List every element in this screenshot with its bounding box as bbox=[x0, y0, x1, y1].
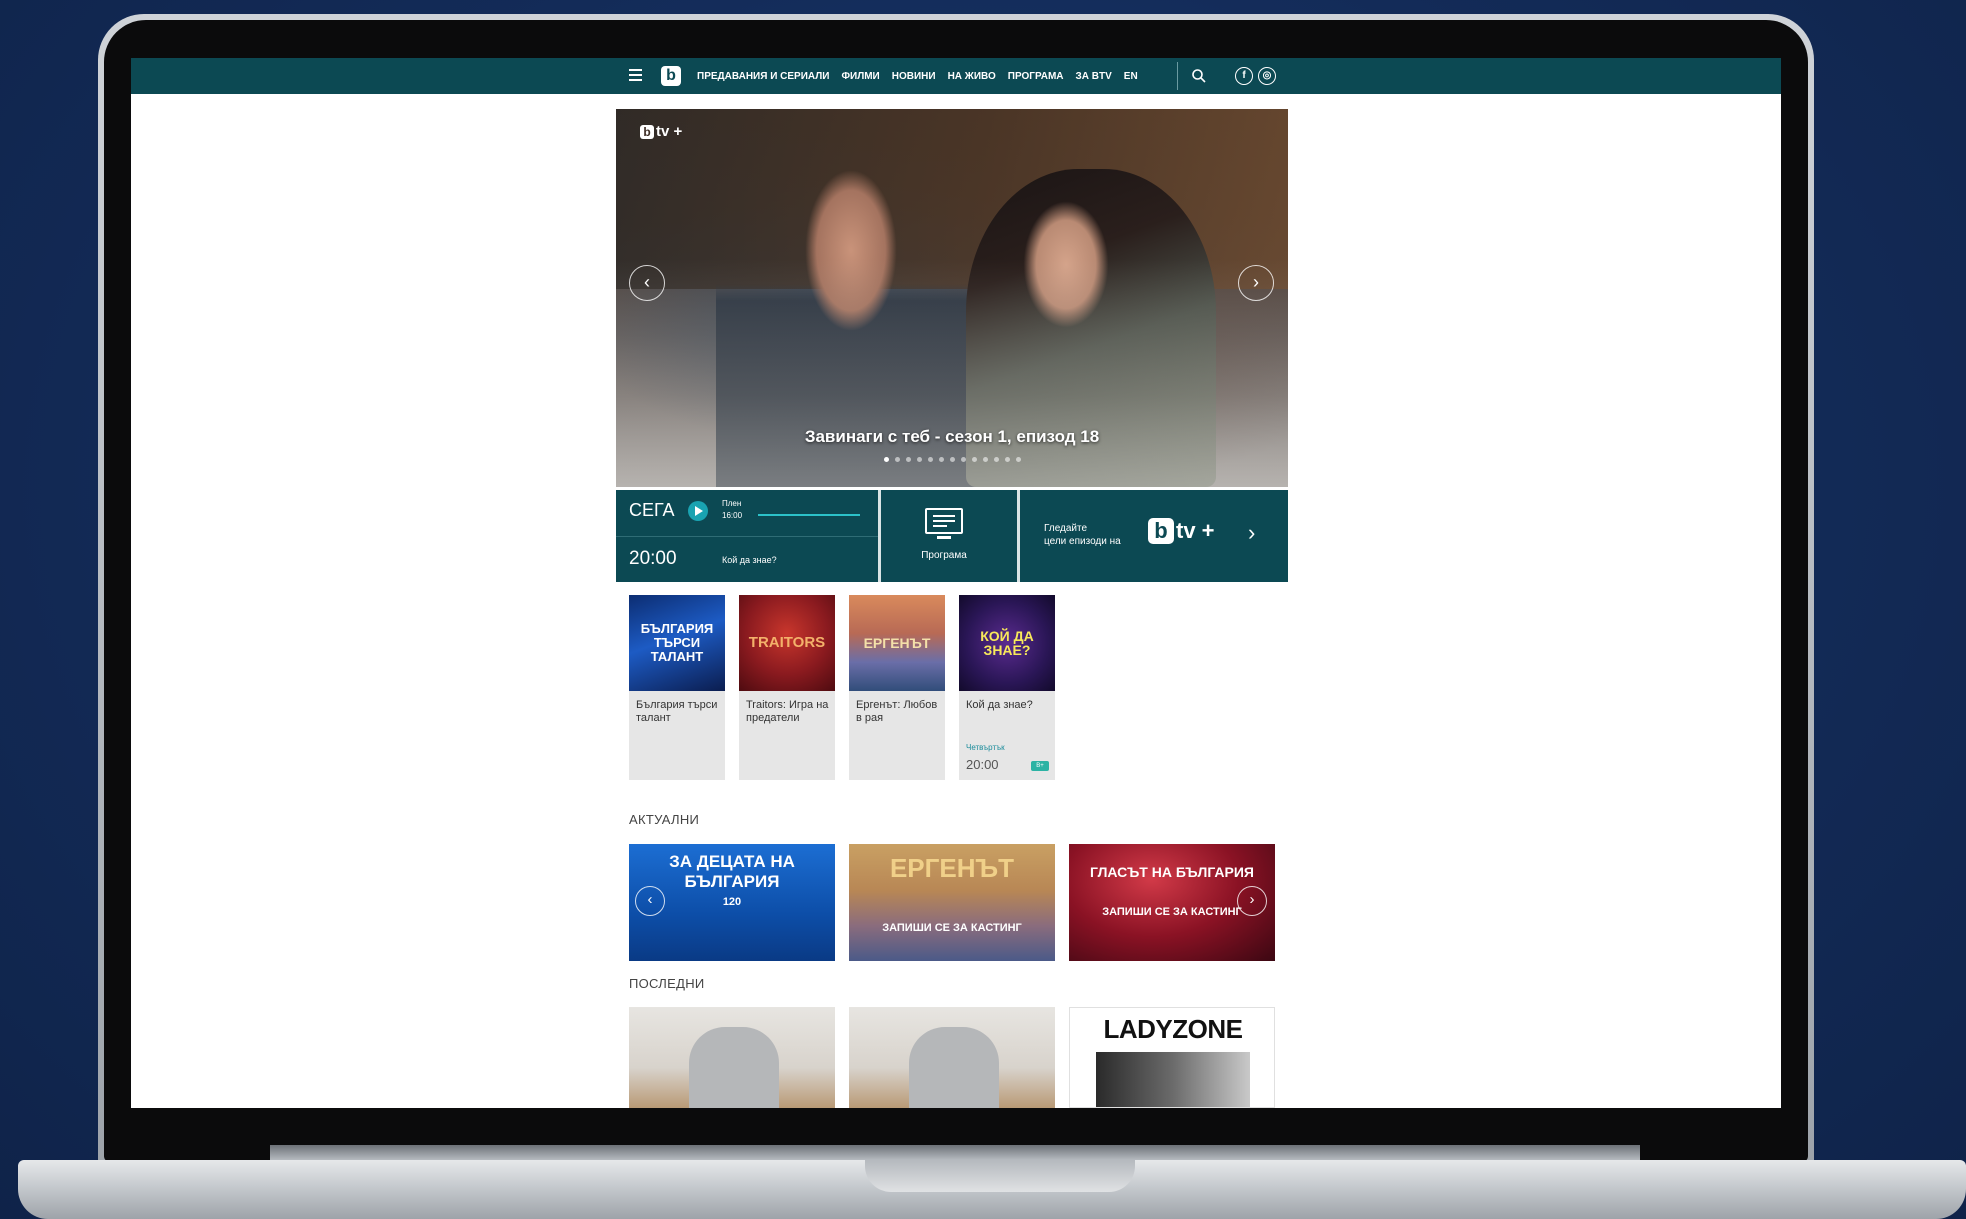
show-thumbnail: КОЙ ДА ЗНАЕ? bbox=[959, 595, 1055, 691]
current-next-button[interactable]: › bbox=[1237, 886, 1267, 916]
current-tile[interactable]: ЗА ДЕЦАТА НА БЪЛГАРИЯ 120 ‹ bbox=[629, 844, 835, 961]
carousel-dot[interactable] bbox=[949, 457, 955, 462]
show-air-time: 20:00 bbox=[966, 757, 999, 772]
tile-subtitle: ЗАПИШИ СЕ ЗА КАСТИНГ bbox=[882, 922, 1022, 934]
nav-link-shows[interactable]: ПРЕДАВАНИЯ И СЕРИАЛИ bbox=[697, 71, 829, 82]
show-thumbnail: БЪЛГАРИЯ ТЪРСИ ТАЛАНТ bbox=[629, 595, 725, 691]
now-next-separator bbox=[616, 536, 878, 537]
browser-screen: b ПРЕДАВАНИЯ И СЕРИАЛИ ФИЛМИ НОВИНИ НА Ж… bbox=[131, 58, 1781, 1108]
watch-promo-text: Гледайте цели епизоди на bbox=[1044, 522, 1121, 548]
hamburger-menu-icon[interactable] bbox=[629, 69, 642, 81]
nav-link-language[interactable]: EN bbox=[1124, 71, 1138, 82]
carousel-dot[interactable] bbox=[938, 457, 944, 462]
section-title-latest: ПОСЛЕДНИ bbox=[629, 976, 705, 991]
carousel-dot[interactable] bbox=[883, 457, 889, 462]
instagram-icon[interactable]: ◎ bbox=[1258, 67, 1276, 85]
now-show-time: 16:00 bbox=[722, 511, 743, 520]
next-time: 20:00 bbox=[629, 548, 677, 569]
latest-tile-ad[interactable]: LADYZONE bbox=[1069, 1007, 1275, 1108]
next-show: Кой да знае? bbox=[722, 555, 777, 565]
carousel-dot[interactable] bbox=[982, 457, 988, 462]
nowbar-divider-1 bbox=[878, 490, 881, 582]
laptop-notch bbox=[865, 1160, 1135, 1192]
carousel-dots bbox=[616, 457, 1288, 462]
now-show: Плен 16:00 bbox=[722, 498, 742, 522]
latest-tile-figure bbox=[909, 1027, 999, 1108]
show-thumbnail: ЕРГЕНЪТ bbox=[849, 595, 945, 691]
nowbar-divider-2 bbox=[1017, 490, 1020, 582]
latest-tile[interactable] bbox=[629, 1007, 835, 1108]
tv-program-icon bbox=[925, 508, 963, 539]
laptop-hinge bbox=[270, 1145, 1640, 1161]
program-label: Програма bbox=[921, 550, 967, 561]
show-card[interactable]: БЪЛГАРИЯ ТЪРСИ ТАЛАНТ България търси тал… bbox=[629, 595, 725, 780]
now-next-panel[interactable]: СЕГА Плен 16:00 20:00 Кой да знае? bbox=[616, 490, 878, 582]
section-title-current: АКТУАЛНИ bbox=[629, 812, 700, 827]
ad-title: LADYZONE bbox=[1103, 1014, 1244, 1044]
carousel-dot[interactable] bbox=[960, 457, 966, 462]
now-playing-bar: СЕГА Плен 16:00 20:00 Кой да знае? Прогр… bbox=[616, 490, 1288, 582]
search-icon[interactable] bbox=[1191, 68, 1207, 84]
ad-image bbox=[1096, 1052, 1250, 1107]
now-progress-bar bbox=[758, 514, 860, 516]
hero-image-bedding bbox=[616, 259, 1288, 487]
nav-divider bbox=[1177, 62, 1178, 90]
tile-title: ЕРГЕНЪТ bbox=[889, 853, 1015, 883]
show-title: България търси талант bbox=[636, 699, 718, 724]
hero-btv-plus-logo: b tv + bbox=[640, 123, 682, 140]
hero-caption[interactable]: Завинаги с теб - сезон 1, епизод 18 bbox=[616, 427, 1288, 447]
carousel-dot[interactable] bbox=[927, 457, 933, 462]
carousel-dot[interactable] bbox=[916, 457, 922, 462]
facebook-icon[interactable]: f bbox=[1235, 67, 1253, 85]
carousel-dot[interactable] bbox=[894, 457, 900, 462]
nav-links: ПРЕДАВАНИЯ И СЕРИАЛИ ФИЛМИ НОВИНИ НА ЖИВ… bbox=[697, 58, 1150, 94]
tile-title: ГЛАСЪТ НА БЪЛГАРИЯ bbox=[1090, 864, 1254, 880]
watch-promo-line2: цели епизоди на bbox=[1044, 536, 1121, 547]
show-title: Ергенът: Любов в рая bbox=[856, 699, 938, 724]
show-thumbnail: TRAITORS bbox=[739, 595, 835, 691]
btv-plus-badge: B+ bbox=[1031, 761, 1049, 771]
watch-promo-line1: Гледайте bbox=[1044, 523, 1088, 534]
nav-link-movies[interactable]: ФИЛМИ bbox=[841, 71, 879, 82]
current-prev-button[interactable]: ‹ bbox=[635, 886, 665, 916]
now-show-title: Плен bbox=[722, 499, 742, 508]
play-icon[interactable] bbox=[688, 501, 708, 521]
now-label: СЕГА bbox=[629, 500, 675, 520]
current-tile[interactable]: ГЛАСЪТ НА БЪЛГАРИЯ ЗАПИШИ СЕ ЗА КАСТИНГ … bbox=[1069, 844, 1275, 961]
latest-tile[interactable] bbox=[849, 1007, 1055, 1108]
nav-link-live[interactable]: НА ЖИВО bbox=[948, 71, 996, 82]
carousel-dot[interactable] bbox=[971, 457, 977, 462]
latest-tile-figure bbox=[689, 1027, 779, 1108]
carousel-dot[interactable] bbox=[1015, 457, 1021, 462]
show-card[interactable]: TRAITORS Traitors: Игра на предатели bbox=[739, 595, 835, 780]
btv-plus-logo: b tv + bbox=[1148, 518, 1215, 544]
show-card[interactable]: КОЙ ДА ЗНАЕ? Кой да знае? Четвъртък 20:0… bbox=[959, 595, 1055, 780]
carousel-dot[interactable] bbox=[905, 457, 911, 462]
carousel-next-button[interactable]: › bbox=[1238, 265, 1274, 301]
nav-link-program[interactable]: ПРОГРАМА bbox=[1008, 71, 1064, 82]
carousel-dot[interactable] bbox=[1004, 457, 1010, 462]
show-air-day: Четвъртък bbox=[966, 743, 1005, 752]
show-card[interactable]: ЕРГЕНЪТ Ергенът: Любов в рая bbox=[849, 595, 945, 780]
carousel-dot[interactable] bbox=[993, 457, 999, 462]
current-tile[interactable]: ЕРГЕНЪТ ЗАПИШИ СЕ ЗА КАСТИНГ bbox=[849, 844, 1055, 961]
now-progress-fill bbox=[758, 514, 860, 516]
show-title: Кой да знае? bbox=[966, 699, 1033, 711]
chevron-right-icon: › bbox=[1248, 520, 1256, 545]
tile-title: ЗА ДЕЦАТА НА БЪЛГАРИЯ bbox=[669, 852, 795, 891]
hero-carousel[interactable]: b tv + ‹ › Завинаги с теб - сезон 1, епиз… bbox=[616, 109, 1288, 487]
nav-link-about[interactable]: ЗА BTV bbox=[1076, 71, 1112, 82]
show-title: Traitors: Игра на предатели bbox=[746, 699, 829, 724]
btv-logo[interactable]: b bbox=[661, 66, 681, 86]
top-nav: b ПРЕДАВАНИЯ И СЕРИАЛИ ФИЛМИ НОВИНИ НА Ж… bbox=[131, 58, 1781, 94]
nav-link-news[interactable]: НОВИНИ bbox=[892, 71, 936, 82]
carousel-prev-button[interactable]: ‹ bbox=[629, 265, 665, 301]
